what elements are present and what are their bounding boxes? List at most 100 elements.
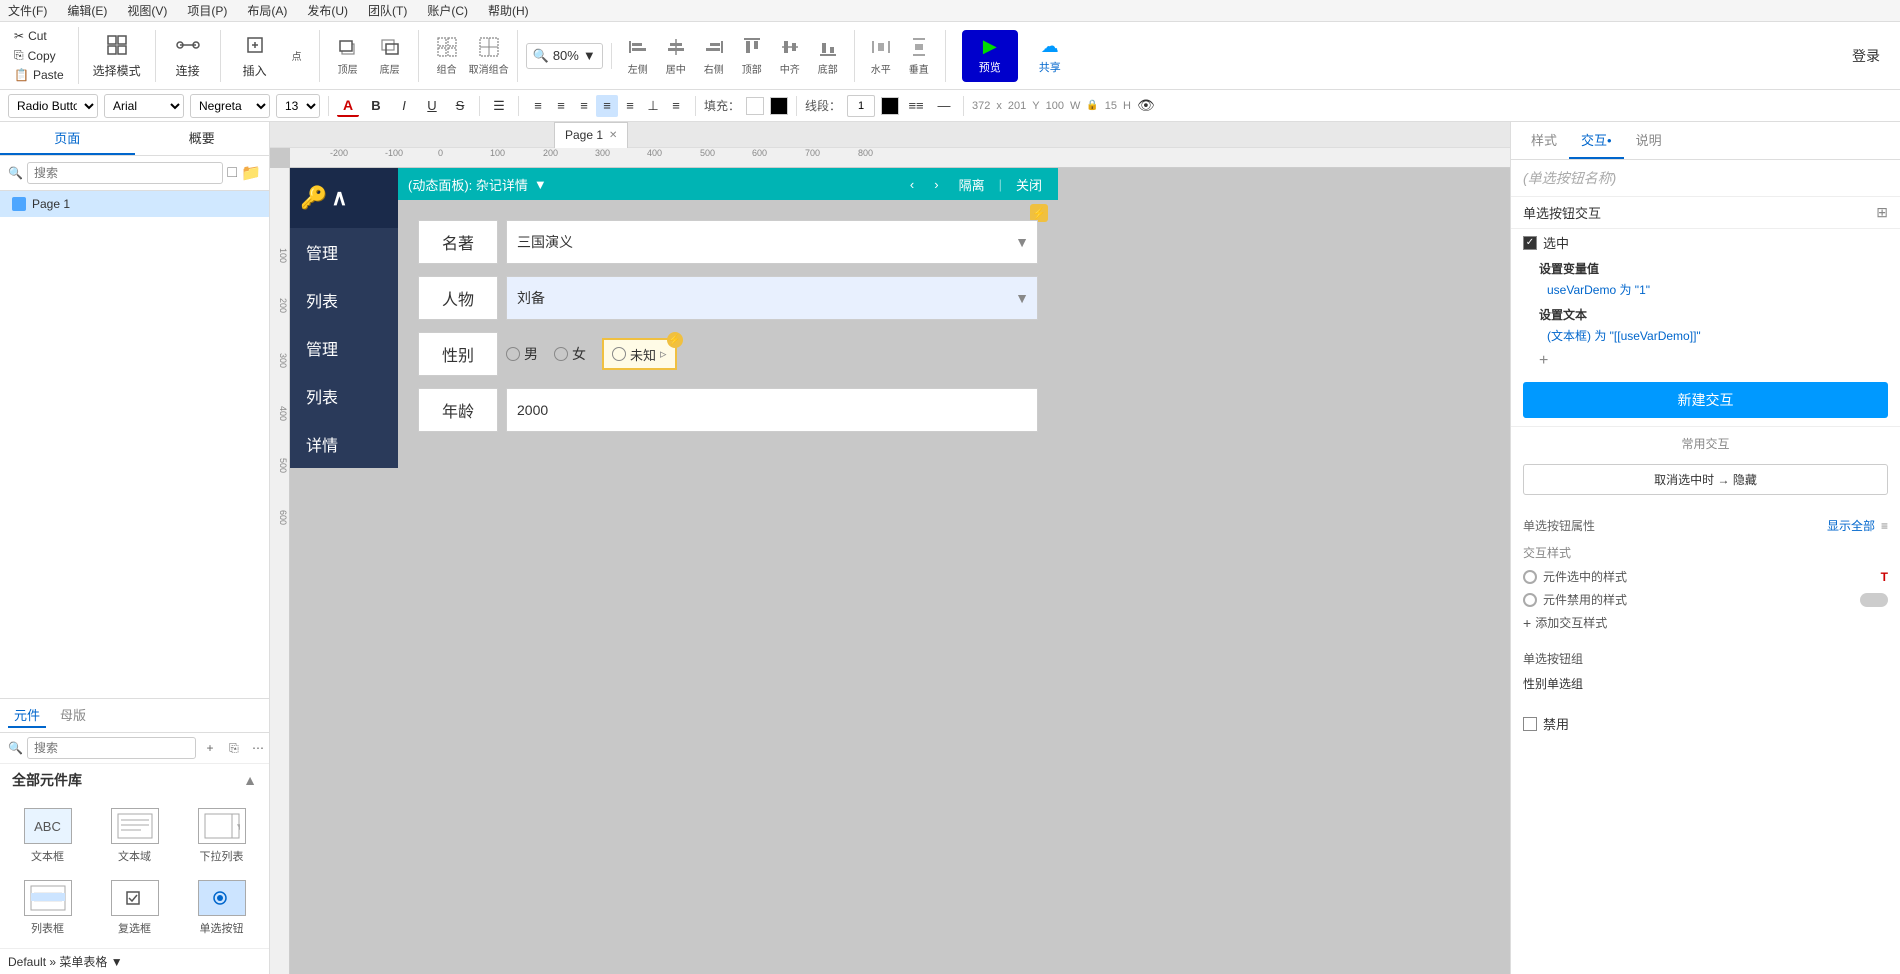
radio-female[interactable]: 女 [554,344,586,364]
dialog-prev-button[interactable]: ‹ [904,175,920,194]
age-input[interactable]: 2000 [506,388,1038,432]
tab-masters[interactable]: 母版 [54,703,92,728]
align-left-button[interactable]: 左侧 [620,30,656,82]
cut-button[interactable]: ✂ Cut [8,27,70,45]
font-size-select[interactable]: 13 [276,94,320,118]
text-align-right-button[interactable]: ≡ [573,95,595,117]
dialog-next-button[interactable]: › [928,175,944,194]
insert-button[interactable]: 插入 [229,30,281,82]
add-action-row[interactable]: + [1511,348,1900,374]
component-add-icon[interactable]: + [200,738,220,758]
unknown-radio-box[interactable]: 未知 ⚡ ▹ [602,338,677,370]
radio-male[interactable]: 男 [506,344,538,364]
page-search-input[interactable] [27,162,223,184]
components-collapse-icon[interactable]: ▲ [243,772,257,788]
menu-account[interactable]: 账户(C) [423,0,472,21]
new-interaction-button[interactable]: 新建交互 [1523,382,1888,418]
nav-item-detail[interactable]: 详情 [290,420,398,468]
component-item-textarea[interactable]: 文本域 [95,804,174,868]
top-layer-button[interactable]: 顶层 [328,30,368,82]
select-mode-button[interactable]: 选择模式 [87,30,147,82]
component-type-select[interactable]: Radio Button [8,94,98,118]
dialog-close-button[interactable]: 关闭 [1010,173,1048,196]
text-align-extra-button[interactable]: ≡ [619,95,641,117]
interaction-expand-icon[interactable]: ⊞ [1876,204,1888,221]
line-color-box[interactable] [881,97,899,115]
page1-tab[interactable]: Page 1 ✕ [554,122,628,148]
align-bottom-button[interactable]: 底部 [810,30,846,82]
prop-show-all-button[interactable]: 显示全部 [1827,517,1875,534]
menu-team[interactable]: 团队(T) [364,0,411,21]
dialog-isolate-button[interactable]: 隔离 [953,173,991,196]
menu-publish[interactable]: 发布(U) [303,0,352,21]
selected-checkbox[interactable]: ✓ [1523,236,1537,250]
nav-item-manage1[interactable]: 管理 [290,228,398,276]
add-interaction-style-row[interactable]: + 添加交互样式 [1511,611,1900,634]
tab-style[interactable]: 样式 [1519,122,1569,159]
menu-help[interactable]: 帮助(H) [484,0,533,21]
nav-item-list1[interactable]: 列表 [290,276,398,324]
component-item-textfield[interactable]: ABC 文本框 [8,804,87,868]
menu-view[interactable]: 视图(V) [123,0,171,21]
text-align-left-button[interactable]: ≡ [527,95,549,117]
add-page-icon[interactable]: □ [227,164,237,182]
component-item-radio[interactable]: 单选按钮 [182,876,261,940]
align-top-button[interactable]: 顶部 [734,30,770,82]
tab-explain[interactable]: 说明 [1624,122,1674,159]
line-width-input[interactable] [847,95,875,117]
preview-button[interactable]: ▶ 预览 [962,30,1018,82]
component-search-input[interactable] [27,737,196,759]
align-middle-button[interactable]: 中齐 [772,30,808,82]
font-weight-select[interactable]: Negreta [190,94,270,118]
disable-checkbox[interactable] [1523,717,1537,731]
component-copy-icon[interactable]: ⎘ [224,738,244,758]
bold-button[interactable]: B [365,95,387,117]
text-valign2-button[interactable]: ≡ [665,95,687,117]
menu-layout[interactable]: 布局(A) [243,0,291,21]
tab-pages[interactable]: 页面 [0,122,135,155]
menu-edit[interactable]: 编辑(E) [63,0,111,21]
prop-menu-icon[interactable]: ≡ [1881,519,1888,533]
underline-button[interactable]: U [421,95,443,117]
line-style-button[interactable]: ≡≡ [905,95,927,117]
component-item-dropdown[interactable]: ▼ 下拉列表 [182,804,261,868]
component-item-listbox[interactable]: 列表框 [8,876,87,940]
book-input[interactable]: 三国演义 ▼ [506,220,1038,264]
tab-interact[interactable]: 交互• [1569,122,1624,159]
distribute-h-button[interactable]: 水平 [863,30,899,82]
folder-icon[interactable]: 📁 [241,163,261,183]
text-align-center-button[interactable]: ≡ [550,95,572,117]
login-button[interactable]: 登录 [1840,44,1892,68]
italic-button[interactable]: I [393,95,415,117]
bullet-list-button[interactable]: ☰ [488,95,510,117]
group-button[interactable]: 组合 [427,30,467,82]
canvas-area[interactable]: -200 -100 0 100 200 300 400 500 600 700 … [270,148,1510,974]
person-input[interactable]: 刘备 ▼ [506,276,1038,320]
distribute-v-button[interactable]: 垂直 [901,30,937,82]
fill-color-black[interactable] [770,97,788,115]
nav-item-list2[interactable]: 列表 [290,372,398,420]
interact-style2-toggle[interactable] [1860,593,1888,607]
zoom-control[interactable]: 🔍 80% ▼ [526,43,603,69]
dialog-dropdown-icon[interactable]: ▼ [534,177,547,192]
text-valign-button[interactable]: ⊥ [642,95,664,117]
menu-file[interactable]: 文件(F) [4,0,51,21]
share-button[interactable]: ☁ 共享 [1026,30,1074,82]
align-center-button[interactable]: 居中 [658,30,694,82]
text-align-justify-button[interactable]: ≡ [596,95,618,117]
paste-button[interactable]: 📋 Paste [8,66,70,84]
tab-outline[interactable]: 概要 [135,122,270,155]
connect-button[interactable]: 连接 [164,30,212,82]
strikethrough-button[interactable]: S [449,95,471,117]
font-family-select[interactable]: Arial [104,94,184,118]
font-color-a-button[interactable]: A [337,95,359,117]
component-item-checkbox[interactable]: 复选框 [95,876,174,940]
nav-item-manage2[interactable]: 管理 [290,324,398,372]
fill-color-white[interactable] [746,97,764,115]
page1-item[interactable]: Page 1 [0,191,269,217]
line-end-button[interactable]: — [933,95,955,117]
component-menu-icon[interactable]: ⋯ [248,738,268,758]
default-style-tag[interactable]: Default » 菜单表格 ▼ [0,948,269,974]
dot-button[interactable]: 点 [283,30,311,82]
copy-button[interactable]: ⎘ Copy [8,46,70,65]
